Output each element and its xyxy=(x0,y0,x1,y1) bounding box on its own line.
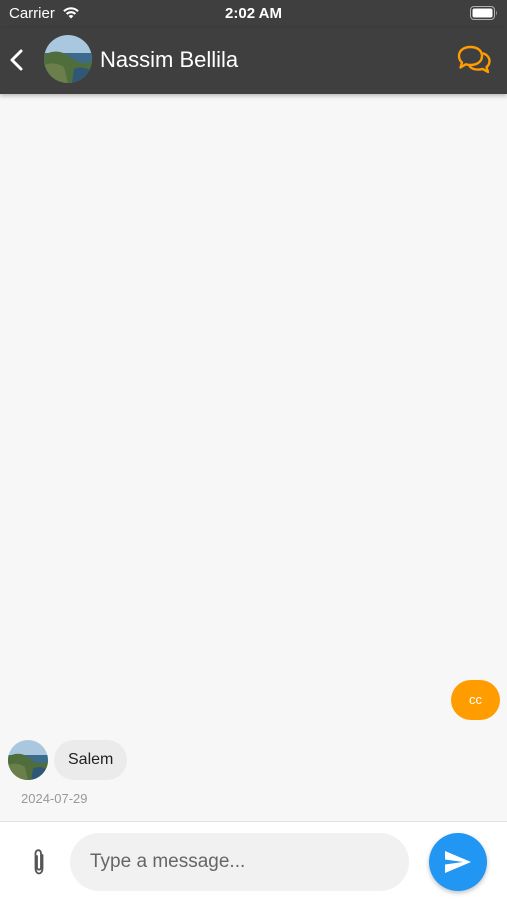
message-composer xyxy=(0,821,507,900)
chat-bubbles-icon[interactable] xyxy=(456,44,492,76)
sender-avatar[interactable] xyxy=(8,740,48,780)
sent-message-bubble[interactable]: cc xyxy=(451,680,500,720)
send-button[interactable] xyxy=(429,833,487,891)
status-bar: Carrier 2:02 AM xyxy=(0,0,507,28)
chevron-left-icon xyxy=(10,49,23,71)
battery-icon xyxy=(470,6,497,20)
message-list[interactable]: cc Salem 2024-07-29 xyxy=(0,94,507,821)
received-message-bubble[interactable]: Salem xyxy=(54,740,128,780)
chat-header: Nassim Bellila xyxy=(0,28,507,94)
clock: 2:02 AM xyxy=(225,5,282,22)
paperclip-icon[interactable] xyxy=(28,846,50,878)
back-button[interactable] xyxy=(4,45,30,75)
message-input[interactable] xyxy=(70,833,409,891)
send-icon xyxy=(445,851,471,873)
contact-name: Nassim Bellila xyxy=(100,47,239,72)
contact-avatar[interactable] xyxy=(44,35,92,83)
message-timestamp: 2024-07-29 xyxy=(21,791,88,806)
